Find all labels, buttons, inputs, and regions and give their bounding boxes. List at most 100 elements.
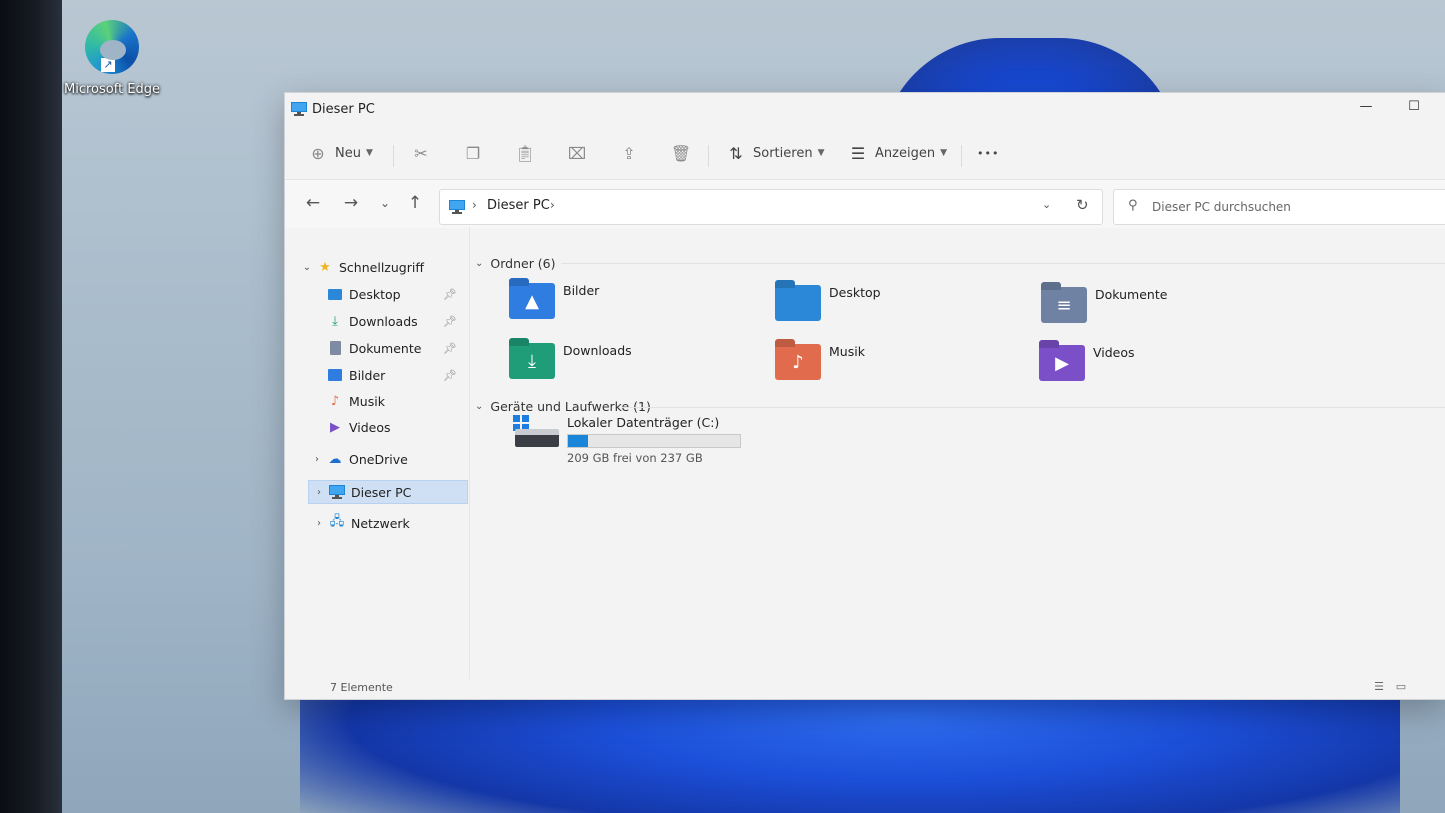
chevron-down-icon: ▼ — [817, 148, 825, 158]
expand-chevron-icon[interactable]: › — [311, 487, 327, 498]
command-bar: ⊕ Neu ▼ ✂ ❐ 📋︎ ⌧ ⇪ 🗑︎ ⇅ Sortieren ▼ ☰ An… — [285, 127, 1445, 179]
desktop-icon-label: Microsoft Edge — [64, 82, 161, 97]
sidebar-item-music[interactable]: ♪ Musik — [285, 390, 467, 412]
address-dropdown-icon[interactable]: ⌄ — [1042, 198, 1051, 211]
maximize-button[interactable]: ☐ — [1401, 99, 1427, 119]
view-list-icon: ☰ — [850, 143, 866, 163]
sidebar-item-quick-access[interactable]: ⌄ ★ Schnellzugriff — [285, 256, 467, 278]
sidebar-item-this-pc[interactable]: › Dieser PC — [308, 480, 468, 504]
drive-usage-bar — [567, 434, 741, 448]
folder-tile-desktop[interactable]: Desktop — [775, 279, 1035, 329]
cloud-icon: ☁ — [328, 451, 342, 467]
videos-icon: ▶ — [1055, 352, 1069, 374]
sort-label: Sortieren — [753, 145, 813, 161]
navigation-pane: ⌄ ★ Schnellzugriff Desktop 📌︎ ⤓ Download… — [285, 227, 470, 679]
expand-chevron-icon[interactable]: › — [309, 454, 325, 465]
more-options-button[interactable]: ••• — [977, 139, 999, 167]
expand-chevron-icon[interactable]: ⌄ — [299, 262, 315, 273]
sidebar-item-label: Downloads — [349, 313, 418, 329]
group-header-label: Ordner (6) — [490, 255, 556, 271]
address-bar[interactable]: › Dieser PC › ⌄ ↻ — [439, 189, 1103, 225]
expand-chevron-icon[interactable]: › — [311, 518, 327, 529]
title-bar[interactable]: Dieser PC — ☐ — [285, 93, 1445, 127]
star-icon: ★ — [319, 259, 331, 275]
breadcrumb-chevron-icon[interactable]: › — [550, 198, 555, 212]
sidebar-item-pictures[interactable]: Bilder 📌︎ — [285, 364, 467, 386]
window-title: Dieser PC — [312, 102, 375, 117]
folder-tile-videos[interactable]: ▶ Videos — [1039, 339, 1299, 389]
this-pc-icon — [291, 101, 307, 120]
details-view-icon[interactable]: ☰ — [1371, 680, 1387, 696]
group-header-label: Geräte und Laufwerke (1) — [490, 398, 651, 414]
folder-tile-pictures[interactable]: ▲ Bilder — [509, 277, 769, 327]
refresh-icon[interactable]: ↻ — [1076, 196, 1089, 214]
folder-label: Downloads — [563, 343, 632, 358]
pictures-icon: ▲ — [525, 290, 539, 312]
collapse-chevron-icon: ⌄ — [475, 400, 484, 412]
separator — [393, 145, 394, 167]
sidebar-item-label: Musik — [349, 393, 385, 409]
forward-button[interactable]: → — [339, 191, 363, 215]
folder-label: Bilder — [563, 283, 600, 298]
network-icon: 🖧︎ — [329, 514, 345, 529]
sort-button[interactable]: ⇅ Sortieren ▼ — [725, 139, 824, 167]
delete-button[interactable]: 🗑︎ — [670, 139, 692, 167]
search-input[interactable] — [1150, 196, 1444, 218]
search-icon: ⚲ — [1128, 198, 1138, 213]
pin-icon[interactable]: 📌︎ — [443, 288, 457, 301]
folder-label: Dokumente — [1095, 287, 1168, 302]
sort-icon: ⇅ — [729, 143, 743, 163]
chevron-down-icon: ▼ — [365, 148, 373, 158]
view-button[interactable]: ☰ Anzeigen ▼ — [847, 139, 947, 167]
videos-icon: ▶ — [330, 419, 340, 435]
folder-tile-downloads[interactable]: ⤓ Downloads — [509, 337, 769, 387]
breadcrumb-chevron-icon: › — [472, 198, 477, 212]
sidebar-item-videos[interactable]: ▶ Videos — [285, 416, 467, 438]
back-button[interactable]: ← — [301, 191, 325, 215]
sidebar-item-onedrive[interactable]: › ☁ OneDrive — [285, 448, 467, 470]
recent-locations-button[interactable]: ⌄ — [373, 191, 397, 215]
drive-tile-c[interactable]: Lokaler Datenträger (C:) 209 GB frei von… — [513, 415, 813, 469]
hard-drive-icon — [515, 429, 559, 447]
up-button[interactable]: ↑ — [403, 191, 427, 215]
sidebar-item-label: OneDrive — [349, 451, 408, 467]
folder-label: Desktop — [829, 285, 881, 300]
drive-name: Lokaler Datenträger (C:) — [567, 415, 720, 430]
folder-tile-documents[interactable]: ≡ Dokumente — [1041, 281, 1301, 331]
drive-usage-fill — [568, 435, 589, 447]
sidebar-item-desktop[interactable]: Desktop 📌︎ — [285, 283, 467, 305]
paste-button[interactable]: 📋︎ — [514, 139, 536, 167]
shortcut-arrow-icon: ↗ — [101, 58, 115, 72]
pin-icon[interactable]: 📌︎ — [443, 369, 457, 382]
this-pc-icon — [327, 485, 347, 499]
content-pane: ⌄ Ordner (6) ▲ Bilder Desktop ≡ Dokument… — [471, 227, 1445, 679]
tiles-view-icon[interactable]: ▭ — [1393, 680, 1409, 696]
pin-icon[interactable]: 📌︎ — [443, 342, 457, 355]
breadcrumb-this-pc[interactable]: Dieser PC — [487, 198, 550, 213]
search-box[interactable]: ⚲ — [1113, 189, 1445, 225]
paste-icon: 📋︎ — [514, 143, 536, 163]
item-count: 7 Elemente — [330, 681, 393, 694]
sidebar-item-label: Bilder — [349, 367, 386, 383]
folder-tile-music[interactable]: ♪ Musik — [775, 338, 1035, 388]
chevron-down-icon: ▼ — [940, 148, 947, 158]
desktop-shortcut-edge[interactable]: ↗ Microsoft Edge — [64, 20, 160, 97]
share-button[interactable]: ⇪ — [618, 139, 640, 167]
explorer-body: ⌄ ★ Schnellzugriff Desktop 📌︎ ⤓ Download… — [285, 227, 1445, 699]
group-divider — [561, 263, 1445, 264]
trash-icon: 🗑︎ — [670, 143, 692, 163]
sidebar-item-downloads[interactable]: ⤓ Downloads 📌︎ — [285, 310, 467, 332]
sidebar-item-label: Desktop — [349, 286, 401, 302]
this-pc-icon — [449, 199, 465, 218]
sidebar-item-network[interactable]: › 🖧︎ Netzwerk — [285, 512, 467, 534]
sidebar-item-label: Schnellzugriff — [339, 259, 424, 275]
group-header-drives[interactable]: ⌄ Geräte und Laufwerke (1) — [471, 396, 651, 416]
group-header-folders[interactable]: ⌄ Ordner (6) — [471, 253, 556, 273]
rename-button[interactable]: ⌧ — [566, 139, 588, 167]
copy-button[interactable]: ❐ — [462, 139, 484, 167]
cut-button[interactable]: ✂ — [410, 139, 432, 167]
pin-icon[interactable]: 📌︎ — [443, 315, 457, 328]
sidebar-item-documents[interactable]: Dokumente 📌︎ — [285, 337, 467, 359]
new-button[interactable]: ⊕ Neu ▼ — [307, 139, 373, 167]
minimize-button[interactable]: — — [1353, 99, 1379, 119]
